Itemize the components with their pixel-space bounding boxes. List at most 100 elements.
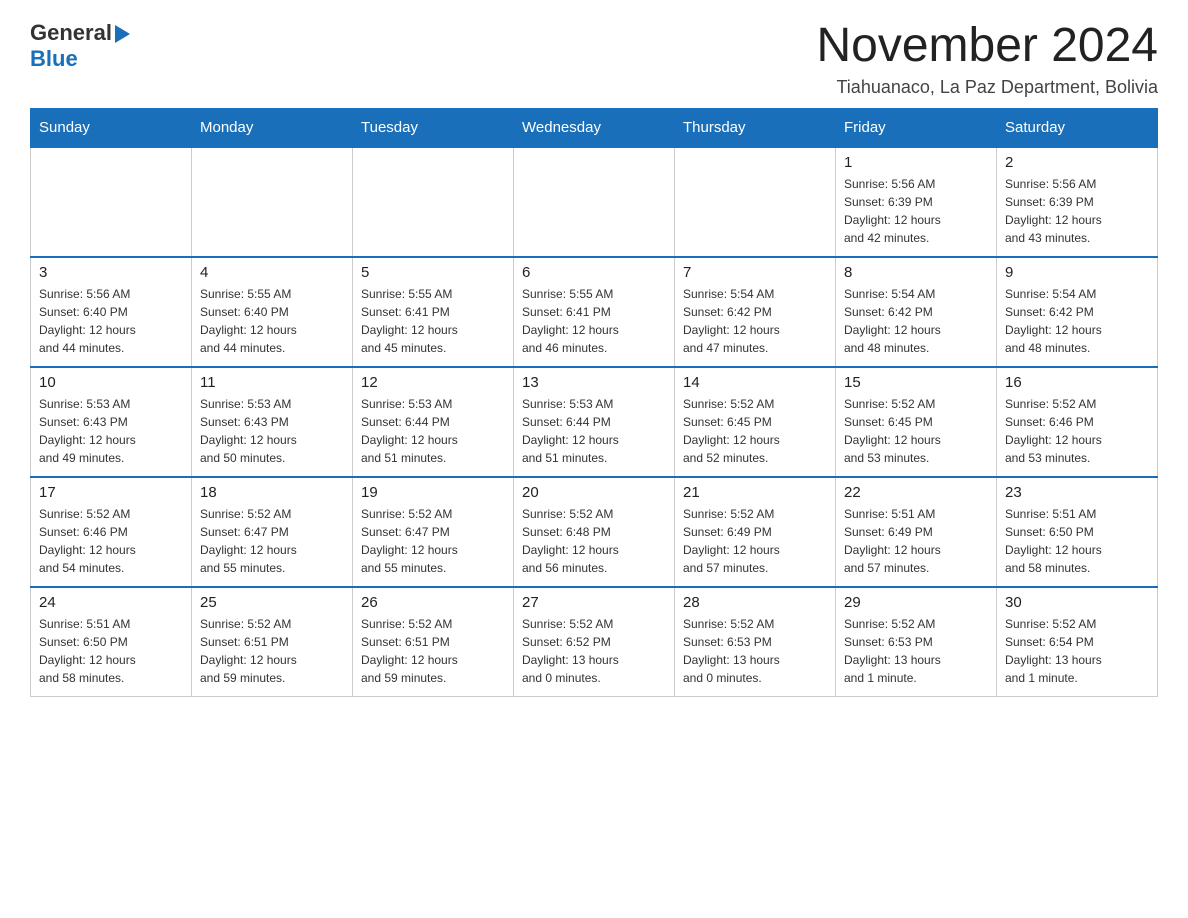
calendar-day-header: Friday bbox=[836, 108, 997, 147]
day-number: 2 bbox=[1005, 154, 1149, 171]
calendar-cell: 30Sunrise: 5:52 AM Sunset: 6:54 PM Dayli… bbox=[997, 587, 1158, 697]
day-number: 30 bbox=[1005, 594, 1149, 611]
subtitle: Tiahuanaco, La Paz Department, Bolivia bbox=[816, 77, 1158, 98]
day-info: Sunrise: 5:54 AM Sunset: 6:42 PM Dayligh… bbox=[683, 285, 827, 357]
calendar-header-row: SundayMondayTuesdayWednesdayThursdayFrid… bbox=[31, 108, 1158, 147]
day-number: 3 bbox=[39, 264, 183, 281]
calendar-cell: 25 Sunrise: 5:52 AM Sunset: 6:51 PM Dayli… bbox=[192, 587, 353, 697]
calendar-cell: 8Sunrise: 5:54 AM Sunset: 6:42 PM Daylig… bbox=[836, 257, 997, 367]
calendar-cell: 29 Sunrise: 5:52 AM Sunset: 6:53 PM Dayli… bbox=[836, 587, 997, 697]
logo-blue-text: Blue bbox=[30, 46, 78, 72]
day-number: 10 bbox=[39, 374, 183, 391]
day-number: 11 bbox=[200, 374, 344, 391]
calendar-cell: 14 Sunrise: 5:52 AM Sunset: 6:45 PM Dayli… bbox=[675, 367, 836, 477]
calendar-cell: 15 Sunrise: 5:52 AM Sunset: 6:45 PM Dayli… bbox=[836, 367, 997, 477]
calendar-cell: 6 Sunrise: 5:55 AM Sunset: 6:41 PM Daylig… bbox=[514, 257, 675, 367]
logo-general-text: General bbox=[30, 20, 112, 46]
logo-arrow-icon bbox=[115, 25, 130, 43]
day-number: 28 bbox=[683, 594, 827, 611]
day-info: Sunrise: 5:56 AM Sunset: 6:39 PM Dayligh… bbox=[1005, 175, 1149, 247]
title-section: November 2024 Tiahuanaco, La Paz Departm… bbox=[816, 20, 1158, 98]
day-number: 6 bbox=[522, 264, 666, 281]
calendar-cell bbox=[31, 147, 192, 257]
day-info: Sunrise: 5:52 AM Sunset: 6:45 PM Dayligh… bbox=[683, 395, 827, 467]
day-number: 1 bbox=[844, 154, 988, 171]
day-info: Sunrise: 5:52 AM Sunset: 6:47 PM Dayligh… bbox=[200, 505, 344, 577]
calendar-cell bbox=[514, 147, 675, 257]
day-info: Sunrise: 5:52 AM Sunset: 6:45 PM Dayligh… bbox=[844, 395, 988, 467]
day-number: 5 bbox=[361, 264, 505, 281]
day-info: Sunrise: 5:52 AM Sunset: 6:51 PM Dayligh… bbox=[200, 615, 344, 687]
calendar-cell: 10 Sunrise: 5:53 AM Sunset: 6:43 PM Dayli… bbox=[31, 367, 192, 477]
day-info: Sunrise: 5:52 AM Sunset: 6:52 PM Dayligh… bbox=[522, 615, 666, 687]
day-info: Sunrise: 5:52 AM Sunset: 6:46 PM Dayligh… bbox=[39, 505, 183, 577]
calendar-cell: 21 Sunrise: 5:52 AM Sunset: 6:49 PM Dayli… bbox=[675, 477, 836, 587]
calendar-cell: 2 Sunrise: 5:56 AM Sunset: 6:39 PM Daylig… bbox=[997, 147, 1158, 257]
calendar-day-header: Tuesday bbox=[353, 108, 514, 147]
day-number: 21 bbox=[683, 484, 827, 501]
day-number: 19 bbox=[361, 484, 505, 501]
page-header: General Blue November 2024 Tiahuanaco, L… bbox=[30, 20, 1158, 98]
calendar-day-header: Wednesday bbox=[514, 108, 675, 147]
day-number: 17 bbox=[39, 484, 183, 501]
calendar-week-row: 10 Sunrise: 5:53 AM Sunset: 6:43 PM Dayli… bbox=[31, 367, 1158, 477]
calendar-cell bbox=[353, 147, 514, 257]
calendar-week-row: 1 Sunrise: 5:56 AM Sunset: 6:39 PM Daylig… bbox=[31, 147, 1158, 257]
calendar-cell: 27Sunrise: 5:52 AM Sunset: 6:52 PM Dayli… bbox=[514, 587, 675, 697]
calendar-cell: 26Sunrise: 5:52 AM Sunset: 6:51 PM Dayli… bbox=[353, 587, 514, 697]
day-number: 4 bbox=[200, 264, 344, 281]
day-number: 9 bbox=[1005, 264, 1149, 281]
calendar-cell: 16Sunrise: 5:52 AM Sunset: 6:46 PM Dayli… bbox=[997, 367, 1158, 477]
day-number: 7 bbox=[683, 264, 827, 281]
day-number: 20 bbox=[522, 484, 666, 501]
calendar-cell: 17 Sunrise: 5:52 AM Sunset: 6:46 PM Dayli… bbox=[31, 477, 192, 587]
calendar-cell: 23 Sunrise: 5:51 AM Sunset: 6:50 PM Dayli… bbox=[997, 477, 1158, 587]
day-info: Sunrise: 5:56 AM Sunset: 6:39 PM Dayligh… bbox=[844, 175, 988, 247]
day-number: 8 bbox=[844, 264, 988, 281]
calendar-day-header: Saturday bbox=[997, 108, 1158, 147]
calendar-cell: 24Sunrise: 5:51 AM Sunset: 6:50 PM Dayli… bbox=[31, 587, 192, 697]
day-info: Sunrise: 5:53 AM Sunset: 6:43 PM Dayligh… bbox=[200, 395, 344, 467]
calendar-cell: 18Sunrise: 5:52 AM Sunset: 6:47 PM Dayli… bbox=[192, 477, 353, 587]
day-number: 23 bbox=[1005, 484, 1149, 501]
day-info: Sunrise: 5:55 AM Sunset: 6:40 PM Dayligh… bbox=[200, 285, 344, 357]
day-number: 14 bbox=[683, 374, 827, 391]
calendar-cell: 3 Sunrise: 5:56 AM Sunset: 6:40 PM Daylig… bbox=[31, 257, 192, 367]
calendar-week-row: 17 Sunrise: 5:52 AM Sunset: 6:46 PM Dayli… bbox=[31, 477, 1158, 587]
main-title: November 2024 bbox=[816, 20, 1158, 73]
day-info: Sunrise: 5:52 AM Sunset: 6:51 PM Dayligh… bbox=[361, 615, 505, 687]
day-info: Sunrise: 5:53 AM Sunset: 6:44 PM Dayligh… bbox=[361, 395, 505, 467]
day-info: Sunrise: 5:55 AM Sunset: 6:41 PM Dayligh… bbox=[522, 285, 666, 357]
day-number: 15 bbox=[844, 374, 988, 391]
day-info: Sunrise: 5:53 AM Sunset: 6:44 PM Dayligh… bbox=[522, 395, 666, 467]
calendar-cell: 22Sunrise: 5:51 AM Sunset: 6:49 PM Dayli… bbox=[836, 477, 997, 587]
day-info: Sunrise: 5:54 AM Sunset: 6:42 PM Dayligh… bbox=[1005, 285, 1149, 357]
calendar-week-row: 3 Sunrise: 5:56 AM Sunset: 6:40 PM Daylig… bbox=[31, 257, 1158, 367]
day-info: Sunrise: 5:52 AM Sunset: 6:46 PM Dayligh… bbox=[1005, 395, 1149, 467]
calendar-cell bbox=[675, 147, 836, 257]
day-info: Sunrise: 5:52 AM Sunset: 6:53 PM Dayligh… bbox=[844, 615, 988, 687]
day-number: 12 bbox=[361, 374, 505, 391]
calendar-cell bbox=[192, 147, 353, 257]
calendar-cell: 5 Sunrise: 5:55 AM Sunset: 6:41 PM Daylig… bbox=[353, 257, 514, 367]
day-number: 25 bbox=[200, 594, 344, 611]
day-info: Sunrise: 5:52 AM Sunset: 6:47 PM Dayligh… bbox=[361, 505, 505, 577]
calendar-week-row: 24Sunrise: 5:51 AM Sunset: 6:50 PM Dayli… bbox=[31, 587, 1158, 697]
day-info: Sunrise: 5:52 AM Sunset: 6:49 PM Dayligh… bbox=[683, 505, 827, 577]
calendar-cell: 28 Sunrise: 5:52 AM Sunset: 6:53 PM Dayli… bbox=[675, 587, 836, 697]
day-number: 29 bbox=[844, 594, 988, 611]
day-info: Sunrise: 5:53 AM Sunset: 6:43 PM Dayligh… bbox=[39, 395, 183, 467]
day-info: Sunrise: 5:56 AM Sunset: 6:40 PM Dayligh… bbox=[39, 285, 183, 357]
calendar-day-header: Sunday bbox=[31, 108, 192, 147]
day-info: Sunrise: 5:51 AM Sunset: 6:50 PM Dayligh… bbox=[1005, 505, 1149, 577]
day-info: Sunrise: 5:55 AM Sunset: 6:41 PM Dayligh… bbox=[361, 285, 505, 357]
day-number: 22 bbox=[844, 484, 988, 501]
calendar-cell: 1 Sunrise: 5:56 AM Sunset: 6:39 PM Daylig… bbox=[836, 147, 997, 257]
calendar-cell: 12 Sunrise: 5:53 AM Sunset: 6:44 PM Dayli… bbox=[353, 367, 514, 477]
calendar-table: SundayMondayTuesdayWednesdayThursdayFrid… bbox=[30, 108, 1158, 698]
calendar-cell: 11 Sunrise: 5:53 AM Sunset: 6:43 PM Dayli… bbox=[192, 367, 353, 477]
calendar-cell: 19 Sunrise: 5:52 AM Sunset: 6:47 PM Dayli… bbox=[353, 477, 514, 587]
logo: General Blue bbox=[30, 20, 130, 72]
day-info: Sunrise: 5:52 AM Sunset: 6:53 PM Dayligh… bbox=[683, 615, 827, 687]
calendar-day-header: Thursday bbox=[675, 108, 836, 147]
